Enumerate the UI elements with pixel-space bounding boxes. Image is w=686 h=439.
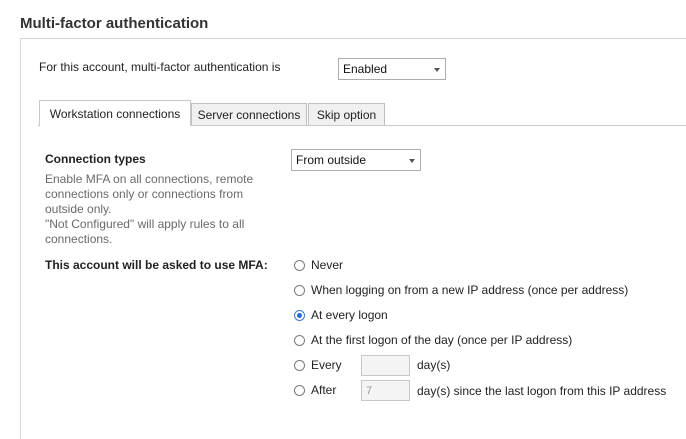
every-days-suffix: day(s) xyxy=(417,358,451,372)
radio-label: After xyxy=(311,383,337,397)
tab-workstation-connections[interactable]: Workstation connections xyxy=(39,100,191,126)
radio-button[interactable] xyxy=(294,334,305,346)
connection-types-help: Enable MFA on all connections, remote co… xyxy=(45,172,270,247)
radio-button[interactable] xyxy=(294,284,305,296)
tab-skip-option[interactable]: Skip option xyxy=(308,103,385,125)
help-line: "Not Configured" will apply rules to all xyxy=(45,217,245,231)
radio-label: At every logon xyxy=(311,308,388,322)
radio-new-ip[interactable]: When logging on from a new IP address (o… xyxy=(294,282,628,298)
radio-never[interactable]: Never xyxy=(294,257,343,273)
help-line: outside only. xyxy=(45,202,112,216)
radio-first-logon-of-day[interactable]: At the first logon of the day (once per … xyxy=(294,332,572,348)
radio-button[interactable] xyxy=(294,259,305,271)
radio-button[interactable] xyxy=(294,384,305,396)
section-title: Multi-factor authentication xyxy=(20,15,209,32)
radio-label: Every xyxy=(311,358,342,372)
help-line: connections only or connections from xyxy=(45,187,244,201)
radio-button[interactable] xyxy=(294,359,305,371)
radio-button[interactable] xyxy=(294,309,305,321)
connection-types-label: Connection types xyxy=(45,152,146,166)
mfa-status-value: Enabled xyxy=(343,62,388,76)
radio-label: At the first logon of the day (once per … xyxy=(311,333,573,347)
radio-every-logon[interactable]: At every logon xyxy=(294,307,388,323)
connection-types-value: From outside xyxy=(296,153,367,167)
help-line: Enable MFA on all connections, remote xyxy=(45,172,254,186)
chevron-down-icon xyxy=(409,159,415,163)
tab-server-connections[interactable]: Server connections xyxy=(191,103,307,125)
mfa-frequency-label: This account will be asked to use MFA: xyxy=(45,258,268,272)
after-days-input[interactable]: 7 xyxy=(361,380,410,401)
radio-after-n-days[interactable]: After xyxy=(294,382,336,398)
help-line: connections. xyxy=(45,232,113,246)
mfa-status-label: For this account, multi-factor authentic… xyxy=(39,60,281,74)
radio-label: When logging on from a new IP address (o… xyxy=(311,283,629,297)
after-days-suffix: day(s) since the last logon from this IP… xyxy=(417,384,667,398)
radio-every-n-days[interactable]: Every xyxy=(294,357,342,373)
connection-types-select[interactable]: From outside xyxy=(291,149,421,171)
chevron-down-icon xyxy=(434,68,440,72)
mfa-status-select[interactable]: Enabled xyxy=(338,58,446,80)
every-days-input[interactable] xyxy=(361,355,410,376)
radio-label: Never xyxy=(311,258,344,272)
